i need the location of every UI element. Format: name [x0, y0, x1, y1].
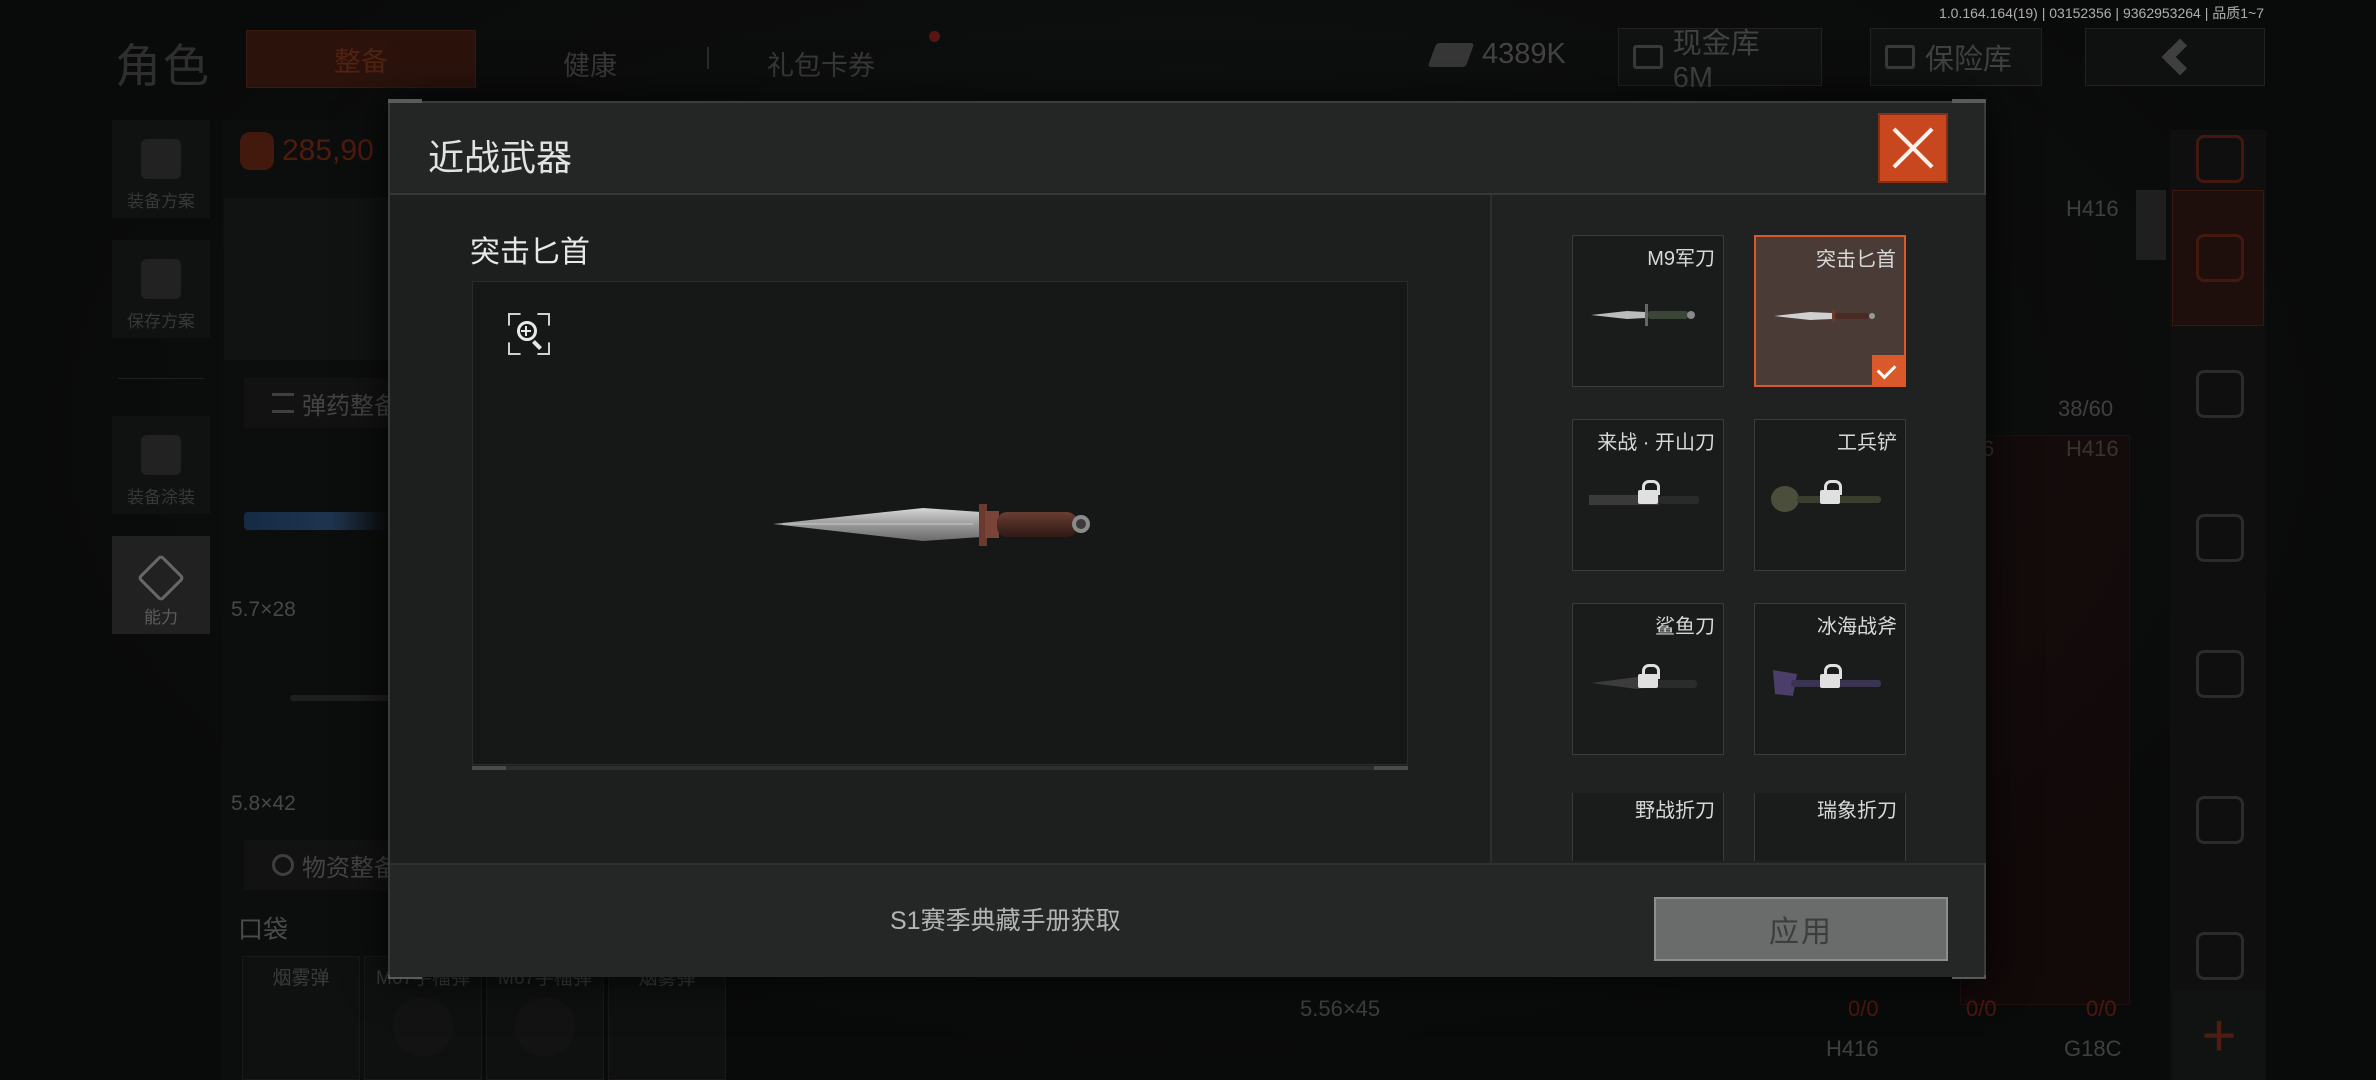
- dialog-title: 近战武器: [428, 137, 573, 178]
- weapon-card-assault-dagger[interactable]: 突击匕首: [1754, 235, 1906, 387]
- acquisition-source: S1赛季典藏手册获取: [890, 907, 1121, 935]
- weapon-card-name: 鲨鱼刀: [1655, 616, 1715, 638]
- preview-stand: [472, 766, 1408, 770]
- lock-icon: [1638, 664, 1660, 688]
- lock-icon: [1820, 480, 1842, 504]
- weapon-card-shark-knife[interactable]: 鲨鱼刀: [1572, 603, 1724, 755]
- weapon-card-name: 工兵铲: [1837, 432, 1897, 454]
- weapon-card-shovel[interactable]: 工兵铲: [1754, 419, 1906, 571]
- dialog-header: 近战武器: [390, 103, 1984, 195]
- close-icon: [1890, 125, 1936, 171]
- weapon-list-overflow: 野战折刀 瑞象折刀: [1492, 793, 1986, 861]
- lock-icon: [1820, 664, 1842, 688]
- zoom-button[interactable]: [508, 313, 550, 355]
- weapon-card-swiss-knife[interactable]: 瑞象折刀: [1754, 793, 1906, 861]
- weapon-list[interactable]: [1492, 195, 1986, 863]
- weapon-card-ice-axe[interactable]: 冰海战斧: [1754, 603, 1906, 755]
- weapon-card-machete[interactable]: 来战 · 开山刀: [1572, 419, 1724, 571]
- dagger-icon: [1774, 310, 1875, 322]
- lock-icon: [1638, 480, 1660, 504]
- weapon-card-name: 野战折刀: [1635, 800, 1715, 822]
- dagger-image: [773, 504, 1090, 546]
- weapon-card-name: 来战 · 开山刀: [1597, 432, 1715, 454]
- panel-divider: [1490, 195, 1492, 863]
- apply-button[interactable]: 应用: [1654, 897, 1948, 961]
- check-icon: [1872, 355, 1904, 385]
- weapon-card-m9[interactable]: M9军刀: [1572, 235, 1724, 387]
- weapon-card-field-knife[interactable]: 野战折刀: [1572, 793, 1724, 861]
- weapon-card-name: 冰海战斧: [1817, 616, 1897, 638]
- app-screen: 1.0.164.164(19) | 03152356 | 9362953264 …: [0, 0, 2376, 1080]
- weapon-preview[interactable]: [472, 281, 1408, 765]
- knife-icon: [1591, 304, 1695, 326]
- melee-weapon-dialog: 近战武器 突击匕首 M9军刀 突击匕首 来战 · 开山刀 工兵铲 鲨鱼刀 冰海战…: [388, 99, 1986, 979]
- weapon-card-name: 瑞象折刀: [1817, 800, 1897, 822]
- weapon-card-name: 突击匕首: [1816, 249, 1896, 271]
- preview-weapon-name: 突击匕首: [470, 236, 590, 269]
- close-button[interactable]: [1878, 113, 1948, 183]
- dialog-footer: S1赛季典藏手册获取 应用: [390, 863, 1984, 977]
- zoom-in-icon: [517, 321, 537, 341]
- weapon-card-name: M9军刀: [1647, 248, 1715, 270]
